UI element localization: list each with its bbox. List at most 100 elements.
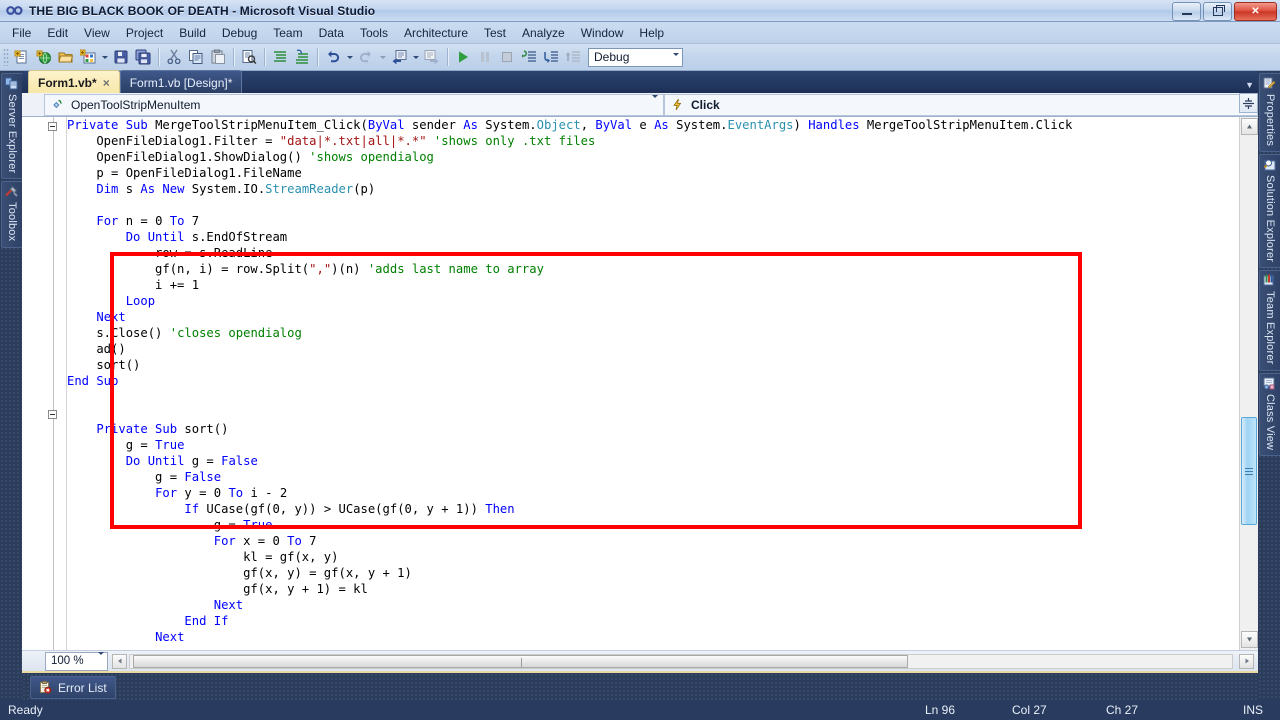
horizontal-scrollbar-thumb[interactable] — [133, 654, 908, 668]
editor-split-button[interactable] — [1239, 93, 1258, 113]
find-icon[interactable] — [238, 46, 260, 68]
step-out-icon[interactable] — [562, 46, 584, 68]
step-over-icon[interactable] — [540, 46, 562, 68]
menu-item-view[interactable]: View — [76, 24, 118, 42]
type-member-combo-left[interactable]: OpenToolStripMenuItem — [44, 93, 664, 116]
code-line: For n = 0 To 7 — [96, 214, 200, 228]
properties-icon — [1263, 77, 1277, 91]
menu-item-data[interactable]: Data — [311, 24, 352, 42]
maximize-button[interactable] — [1203, 2, 1232, 21]
comment-icon[interactable] — [269, 46, 291, 68]
code-line: gf(x, y + 1) = kl — [67, 582, 368, 596]
sidebar-item-label: Properties — [1264, 94, 1276, 147]
menu-item-edit[interactable]: Edit — [39, 24, 76, 42]
scroll-up-arrow-icon[interactable] — [1240, 118, 1258, 135]
menu-item-project[interactable]: Project — [118, 24, 171, 42]
code-line: gf(x, y) = gf(x, y + 1) — [67, 566, 412, 580]
code-text[interactable]: Private Sub MergeToolStripMenuItem_Click… — [67, 117, 1239, 650]
copy-icon[interactable] — [185, 46, 207, 68]
restore-icon — [1212, 5, 1225, 16]
pause-icon[interactable] — [474, 46, 496, 68]
toolbar-grip[interactable] — [3, 48, 9, 66]
sidebar-item-class-view[interactable]: Class View — [1259, 372, 1280, 457]
menu-item-test[interactable]: Test — [476, 24, 514, 42]
add-new-item-icon[interactable] — [77, 46, 99, 68]
redo-icon[interactable] — [355, 46, 377, 68]
code-line: g = True — [67, 518, 273, 532]
menu-item-file[interactable]: File — [4, 24, 39, 42]
menu-item-architecture[interactable]: Architecture — [396, 24, 476, 42]
add-new-item-dropdown-chevron-down-icon[interactable] — [99, 46, 110, 68]
solution-explorer-icon — [1263, 158, 1277, 172]
uncomment-icon[interactable] — [291, 46, 313, 68]
undo-icon[interactable] — [322, 46, 344, 68]
open-file-icon[interactable] — [55, 46, 77, 68]
editor-horizontal-scrollbar[interactable] — [129, 653, 1233, 669]
code-line: For y = 0 To i - 2 — [155, 486, 288, 500]
navigate-forward-icon[interactable] — [421, 46, 443, 68]
chevron-down-icon — [673, 52, 679, 70]
menu-item-build[interactable]: Build — [171, 24, 214, 42]
solution-configuration-combo[interactable]: Debug — [588, 47, 683, 70]
tab-list-chevron-down-icon[interactable]: ▼ — [1245, 80, 1254, 90]
tab-error-list[interactable]: Error List — [30, 676, 116, 699]
editor-vertical-scrollbar[interactable] — [1239, 93, 1258, 650]
tab-form1-vb-design[interactable]: Form1.vb [Design]* — [119, 70, 243, 93]
code-line: For x = 0 To 7 — [213, 534, 317, 548]
vertical-scrollbar-thumb[interactable] — [1241, 417, 1257, 525]
tab-label: Form1.vb* — [38, 76, 97, 90]
sidebar-item-toolbox[interactable]: Toolbox — [1, 181, 23, 248]
status-text: Ready — [8, 703, 43, 717]
minimize-button[interactable] — [1172, 2, 1201, 21]
menu-item-analyze[interactable]: Analyze — [514, 24, 573, 42]
paste-icon[interactable] — [207, 46, 229, 68]
sidebar-item-label: Team Explorer — [1264, 291, 1276, 365]
fold-toggle-collapse-2[interactable] — [48, 410, 57, 419]
scroll-right-arrow-icon[interactable] — [1239, 653, 1254, 669]
start-debugging-icon[interactable] — [452, 46, 474, 68]
type-member-combo-right[interactable]: Click — [664, 93, 1258, 116]
fold-toggle-collapse-1[interactable] — [48, 122, 57, 131]
close-button[interactable]: ✕ — [1234, 2, 1277, 21]
title-bar: THE BIG BLACK BOOK OF DEATH - Microsoft … — [0, 0, 1280, 22]
method-icon — [51, 98, 65, 112]
sidebar-item-solution-explorer[interactable]: Solution Explorer — [1259, 154, 1280, 269]
cut-icon[interactable] — [163, 46, 185, 68]
menu-item-help[interactable]: Help — [631, 24, 672, 42]
zoom-level-combo[interactable]: 100 % — [45, 651, 108, 671]
sidebar-item-server-explorer[interactable]: Server Explorer — [1, 73, 23, 180]
scroll-left-arrow-icon[interactable] — [112, 653, 127, 669]
close-icon[interactable]: × — [103, 76, 110, 90]
navigate-backward-dropdown-chevron-down-icon[interactable] — [410, 46, 421, 68]
save-all-icon[interactable] — [132, 46, 154, 68]
step-into-icon[interactable] — [518, 46, 540, 68]
member-name-left: OpenToolStripMenuItem — [71, 97, 201, 112]
code-editor[interactable]: Private Sub MergeToolStripMenuItem_Click… — [22, 93, 1258, 671]
redo-dropdown-chevron-down-icon[interactable] — [377, 46, 388, 68]
code-line: sort() — [67, 358, 141, 372]
menu-item-team[interactable]: Team — [265, 24, 310, 42]
code-line: Do Until s.EndOfStream — [125, 230, 288, 244]
chevron-down-icon[interactable] — [652, 94, 658, 112]
tab-form1-vb[interactable]: Form1.vb* × — [28, 70, 120, 93]
sidebar-item-properties[interactable]: Properties — [1259, 73, 1280, 153]
code-line: gf(n, i) = row.Split(",")(n) 'adds last … — [67, 262, 544, 276]
new-project-icon[interactable] — [11, 46, 33, 68]
menu-item-window[interactable]: Window — [573, 24, 632, 42]
code-line: ad() — [67, 342, 126, 356]
menu-item-debug[interactable]: Debug — [214, 24, 265, 42]
minimize-icon — [1181, 13, 1192, 15]
code-line: End Sub — [67, 374, 119, 388]
add-new-web-site-icon[interactable] — [33, 46, 55, 68]
undo-dropdown-chevron-down-icon[interactable] — [344, 46, 355, 68]
scroll-down-arrow-icon[interactable] — [1241, 631, 1258, 648]
code-line: p = OpenFileDialog1.FileName — [67, 166, 302, 180]
sidebar-item-team-explorer[interactable]: Team Explorer — [1259, 270, 1280, 371]
save-icon[interactable] — [110, 46, 132, 68]
menu-item-tools[interactable]: Tools — [352, 24, 396, 42]
stop-icon[interactable] — [496, 46, 518, 68]
code-line: i += 1 — [67, 278, 200, 292]
editor-navigation-bar: OpenToolStripMenuItem Click — [22, 93, 1258, 117]
navigate-backward-icon[interactable] — [388, 46, 410, 68]
